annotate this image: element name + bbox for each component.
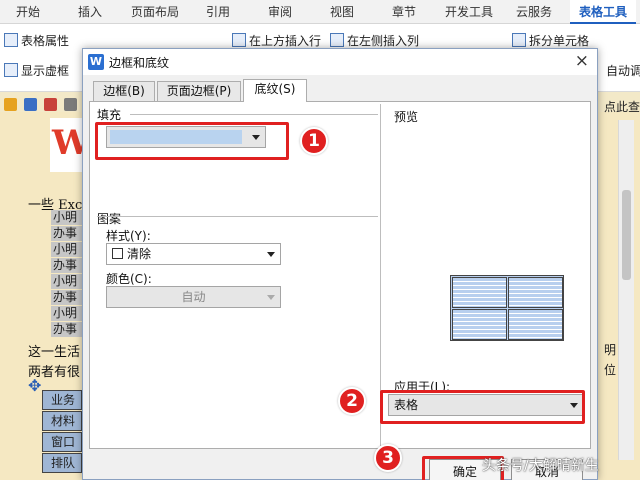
- doc-highlight-row: 小明: [51, 274, 82, 289]
- doc-table-cell: 业务: [42, 390, 82, 410]
- doc-table-cell: 排队: [42, 453, 82, 473]
- ribbon-tab-bar: 开始 插入 页面布局 引用 审阅 视图 章节 开发工具 云服务 表格工具: [0, 0, 640, 24]
- click-here-link[interactable]: 点此查: [604, 98, 640, 115]
- divider: [97, 216, 378, 217]
- save-icon[interactable]: [24, 98, 37, 111]
- doc-highlight-row: 办事: [51, 258, 82, 273]
- doc-highlight-row: 小明: [51, 210, 82, 225]
- chevron-down-icon: [267, 295, 275, 300]
- preview-cell: [508, 277, 563, 308]
- word-logo: W: [50, 118, 82, 172]
- pdf-icon[interactable]: [44, 98, 57, 111]
- doc-highlight-row: 办事: [51, 226, 82, 241]
- watermark: 头条号/大解晴新生: [482, 458, 599, 474]
- preview-cell: [452, 309, 507, 340]
- step-badge: 3: [374, 444, 402, 472]
- step-badge: 1: [300, 127, 328, 155]
- preview-cell: [452, 277, 507, 308]
- doc-line: 这一生活: [28, 345, 81, 360]
- tab-references[interactable]: 引用: [196, 0, 240, 24]
- dialog-title: 边框和底纹: [109, 56, 170, 70]
- grid-icon: [4, 63, 18, 77]
- doc-table-cell: 材料: [42, 411, 82, 431]
- open-folder-icon[interactable]: [4, 98, 17, 111]
- preview-cell: [508, 309, 563, 340]
- tab-page-layout[interactable]: 页面布局: [124, 0, 186, 24]
- doc-highlight-row: 办事: [51, 322, 82, 337]
- table-icon: [4, 33, 18, 47]
- tab-developer[interactable]: 开发工具: [438, 0, 500, 24]
- pattern-label: 图案: [97, 212, 122, 226]
- doc-right-text: 明: [604, 343, 617, 357]
- preview-label: 预览: [394, 110, 419, 124]
- tab-borders[interactable]: 边框(B): [93, 81, 155, 101]
- insert-column-icon: [330, 33, 344, 47]
- style-label: 样式(Y):: [106, 229, 151, 243]
- table-properties-button[interactable]: 表格属性: [4, 32, 69, 50]
- wps-logo-icon: W: [88, 54, 104, 70]
- tab-home[interactable]: 开始: [4, 0, 52, 24]
- step-badge: 2: [338, 387, 366, 415]
- pattern-color-dropdown[interactable]: 自动: [106, 286, 281, 308]
- tab-shading[interactable]: 底纹(S): [243, 79, 307, 102]
- tab-view[interactable]: 视图: [320, 0, 364, 24]
- close-icon[interactable]: ×: [575, 51, 589, 71]
- autofit-button[interactable]: 自动调: [606, 62, 640, 80]
- divider: [130, 114, 378, 115]
- doc-highlight-row: 小明: [51, 242, 82, 257]
- split-cells-icon: [512, 33, 526, 47]
- highlight-apply-box: [380, 390, 585, 424]
- vertical-scrollbar[interactable]: [618, 120, 634, 460]
- pattern-style-dropdown[interactable]: 清除: [106, 243, 281, 265]
- tab-insert[interactable]: 插入: [66, 0, 114, 24]
- shading-preview: [450, 275, 564, 341]
- highlight-fill-box: [95, 122, 289, 160]
- tab-table-tools[interactable]: 表格工具: [570, 0, 636, 24]
- pattern-swatch-icon: [112, 248, 123, 259]
- chevron-down-icon: [267, 252, 275, 257]
- doc-table-cell: 窗口: [42, 432, 82, 452]
- show-gridlines-button[interactable]: 显示虚框: [4, 62, 69, 80]
- print-icon[interactable]: [64, 98, 77, 111]
- tab-chapter[interactable]: 章节: [382, 0, 426, 24]
- doc-highlight-row: 办事: [51, 290, 82, 305]
- fill-label: 填充: [97, 108, 122, 122]
- doc-highlight-row: 小明: [51, 306, 82, 321]
- dialog-title-bar: W 边框和底纹 ×: [83, 49, 597, 75]
- doc-right-text: 位: [604, 363, 617, 377]
- scrollbar-thumb[interactable]: [622, 190, 631, 280]
- tab-page-borders[interactable]: 页面边框(P): [157, 81, 241, 101]
- insert-row-icon: [232, 33, 246, 47]
- table-move-handle-icon[interactable]: ✥: [28, 376, 41, 395]
- tab-cloud[interactable]: 云服务: [508, 0, 560, 24]
- color-label: 颜色(C):: [106, 272, 152, 286]
- tab-review[interactable]: 审阅: [258, 0, 302, 24]
